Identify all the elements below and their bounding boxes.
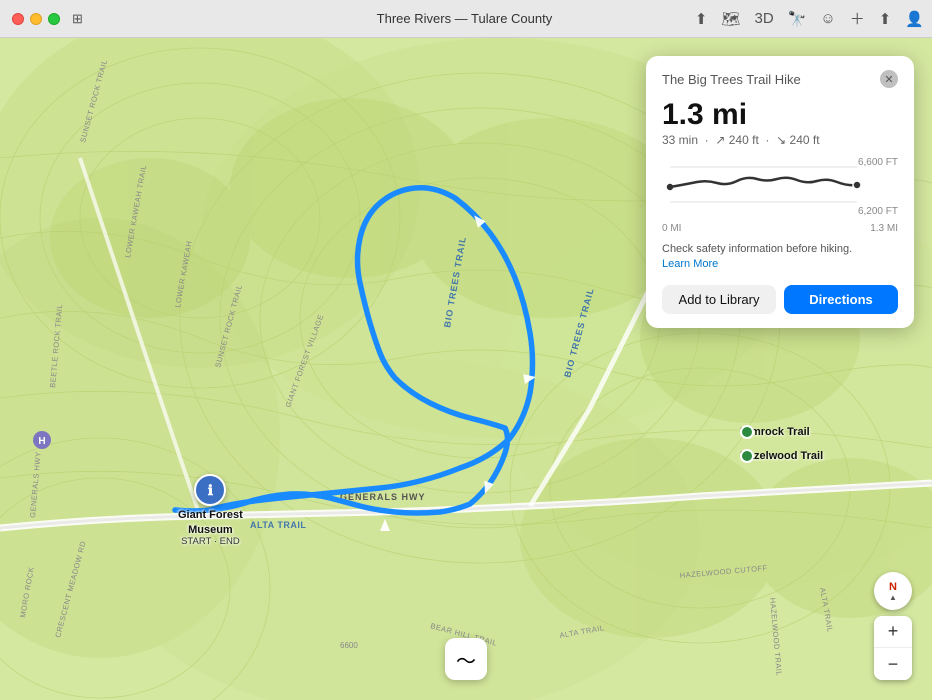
learn-more-link[interactable]: Learn More xyxy=(662,258,718,270)
rimrock-trail-marker[interactable]: Rimrock Trail xyxy=(740,426,810,438)
museum-label: Giant Forest xyxy=(178,509,243,521)
elevation-high: 6,600 FT xyxy=(858,157,898,168)
add-to-library-button[interactable]: Add to Library xyxy=(662,285,776,314)
elevation-y-labels: 6,600 FT 6,200 FT xyxy=(858,157,898,217)
elevation-down-icon: ↘ xyxy=(776,133,786,147)
museum-marker[interactable]: ℹ Giant Forest Museum START · END xyxy=(178,474,243,547)
card-title: The Big Trees Trail Hike xyxy=(662,72,801,87)
trail-stats: 33 min · ↗ 240 ft · ↘ 240 ft xyxy=(662,133,898,147)
threed-icon[interactable]: 3D xyxy=(755,10,774,27)
window-icon: ⊞ xyxy=(72,11,83,27)
map-controls: N ▲ + − xyxy=(874,572,912,680)
route-icon: 〜 xyxy=(456,645,476,674)
x-start: 0 MI xyxy=(662,223,681,234)
trail-card: The Big Trees Trail Hike ✕ 1.3 mi 33 min… xyxy=(646,56,914,328)
map[interactable]: BIO TREES TRAIL BIO TREES TRAIL GENERALS… xyxy=(0,38,932,700)
compass-label: N xyxy=(889,581,897,593)
rimrock-dot xyxy=(740,425,754,439)
toolbar: ⬆ 🗺 3D 🔭 ☺ ＋ ⬆ 👤 xyxy=(695,8,924,29)
svg-text:ALTA TRAIL: ALTA TRAIL xyxy=(250,520,306,530)
route-button[interactable]: 〜 xyxy=(445,638,487,680)
elevation-x-labels: 0 MI 1.3 MI xyxy=(662,223,898,234)
hazelwood-trail-marker[interactable]: Hazelwood Trail xyxy=(740,450,823,462)
binoculars-icon[interactable]: 🔭 xyxy=(788,10,807,28)
elevation-up-icon: ↗ xyxy=(715,133,725,147)
titlebar: ⊞ Three Rivers — Tulare County ⬆ 🗺 3D 🔭 … xyxy=(0,0,932,38)
map-icon[interactable]: 🗺 xyxy=(721,10,740,28)
compass-button[interactable]: N ▲ xyxy=(874,572,912,610)
close-button[interactable]: ✕ xyxy=(880,70,898,88)
zoom-controls: + − xyxy=(874,616,912,680)
navigate-icon[interactable]: ⬆ xyxy=(695,10,708,28)
traffic-lights xyxy=(12,13,60,25)
svg-text:H: H xyxy=(38,436,45,447)
trail-distance: 1.3 mi xyxy=(662,98,898,131)
museum-tag: START · END xyxy=(181,536,240,547)
x-end: 1.3 MI xyxy=(870,223,898,234)
zoom-out-button[interactable]: − xyxy=(874,648,912,680)
safety-info: Check safety information before hiking. … xyxy=(662,242,898,273)
compass-arrow: ▲ xyxy=(889,593,897,602)
elevation-chart: 6,600 FT 6,200 FT xyxy=(662,157,898,217)
hazelwood-dot xyxy=(740,449,754,463)
card-buttons: Add to Library Directions xyxy=(662,285,898,314)
minimize-button[interactable] xyxy=(30,13,42,25)
museum-icon: ℹ xyxy=(194,474,226,506)
maximize-button[interactable] xyxy=(48,13,60,25)
face-icon[interactable]: ☺ xyxy=(820,10,835,27)
close-button[interactable] xyxy=(12,13,24,25)
account-icon[interactable]: 👤 xyxy=(905,10,924,28)
svg-text:6600: 6600 xyxy=(340,641,358,650)
svg-text:GENERALS HWY: GENERALS HWY xyxy=(340,492,426,502)
add-icon[interactable]: ＋ xyxy=(850,8,865,29)
directions-button[interactable]: Directions xyxy=(784,285,898,314)
share-icon[interactable]: ⬆ xyxy=(879,10,892,28)
card-header: The Big Trees Trail Hike ✕ xyxy=(662,70,898,88)
elevation-svg xyxy=(662,157,882,212)
zoom-in-button[interactable]: + xyxy=(874,616,912,648)
museum-sublabel: Museum xyxy=(188,524,233,536)
elevation-low: 6,200 FT xyxy=(858,206,898,217)
